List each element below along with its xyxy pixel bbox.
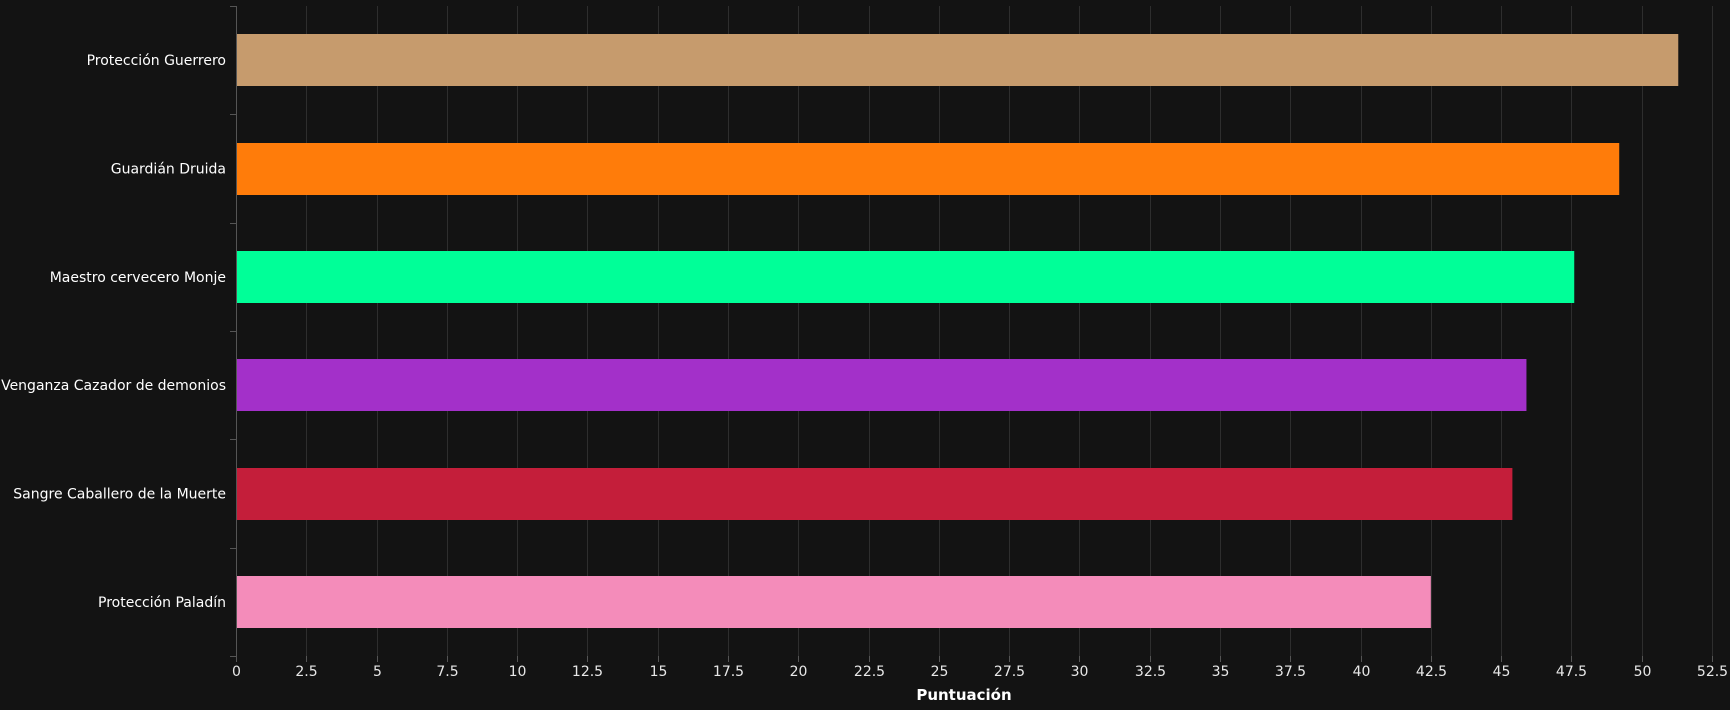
bar[interactable] bbox=[237, 468, 1513, 520]
x-tick-label: 15 bbox=[650, 664, 668, 680]
x-tick-label: 40 bbox=[1353, 664, 1371, 680]
x-tick-label: 25 bbox=[931, 664, 949, 680]
y-category-label: Maestro cervecero Monje bbox=[50, 270, 226, 286]
grid bbox=[306, 6, 1713, 656]
x-axis-title: Puntuación bbox=[916, 686, 1011, 704]
bar[interactable] bbox=[237, 143, 1620, 195]
y-category-label: Venganza Cazador de demonios bbox=[1, 378, 226, 394]
x-tick-label: 50 bbox=[1634, 664, 1652, 680]
x-tick-label: 22.5 bbox=[854, 664, 885, 680]
x-tick-label: 5 bbox=[373, 664, 382, 680]
bar[interactable] bbox=[237, 34, 1679, 86]
x-tick-label: 2.5 bbox=[295, 664, 317, 680]
bars bbox=[237, 34, 1679, 628]
x-tick-label: 27.5 bbox=[994, 664, 1025, 680]
y-category-label: Sangre Caballero de la Muerte bbox=[13, 487, 226, 503]
axes bbox=[230, 6, 1713, 662]
bar[interactable] bbox=[237, 359, 1527, 411]
bar[interactable] bbox=[237, 251, 1575, 303]
bar-chart: 0 2.5 5 7.5 10 12.5 15 17.5 20 22.5 25 27.5 30 32.5 35… bbox=[1, 6, 1728, 704]
y-category-label: Protección Paladín bbox=[98, 595, 226, 611]
x-tick-label: 32.5 bbox=[1135, 664, 1166, 680]
x-tick-label: 35 bbox=[1212, 664, 1230, 680]
x-tick-label: 20 bbox=[790, 664, 808, 680]
x-tick-label: 47.5 bbox=[1556, 664, 1587, 680]
x-tick-label: 7.5 bbox=[436, 664, 458, 680]
y-category-label: Guardián Druida bbox=[111, 162, 226, 178]
bar[interactable] bbox=[237, 576, 1431, 628]
x-tick-label: 30 bbox=[1071, 664, 1089, 680]
y-category-label: Protección Guerrero bbox=[87, 53, 226, 69]
x-tick-label: 52.5 bbox=[1697, 664, 1728, 680]
x-tick-label: 37.5 bbox=[1275, 664, 1306, 680]
x-tick-label: 12.5 bbox=[572, 664, 603, 680]
chart-container: 0 2.5 5 7.5 10 12.5 15 17.5 20 22.5 25 27.5 30 32.5 35… bbox=[0, 0, 1730, 710]
x-tick-label: 0 bbox=[232, 664, 241, 680]
x-tick-label: 10 bbox=[509, 664, 527, 680]
x-tick-label: 17.5 bbox=[713, 664, 744, 680]
x-tick-label: 45 bbox=[1493, 664, 1511, 680]
x-tick-label: 42.5 bbox=[1416, 664, 1447, 680]
